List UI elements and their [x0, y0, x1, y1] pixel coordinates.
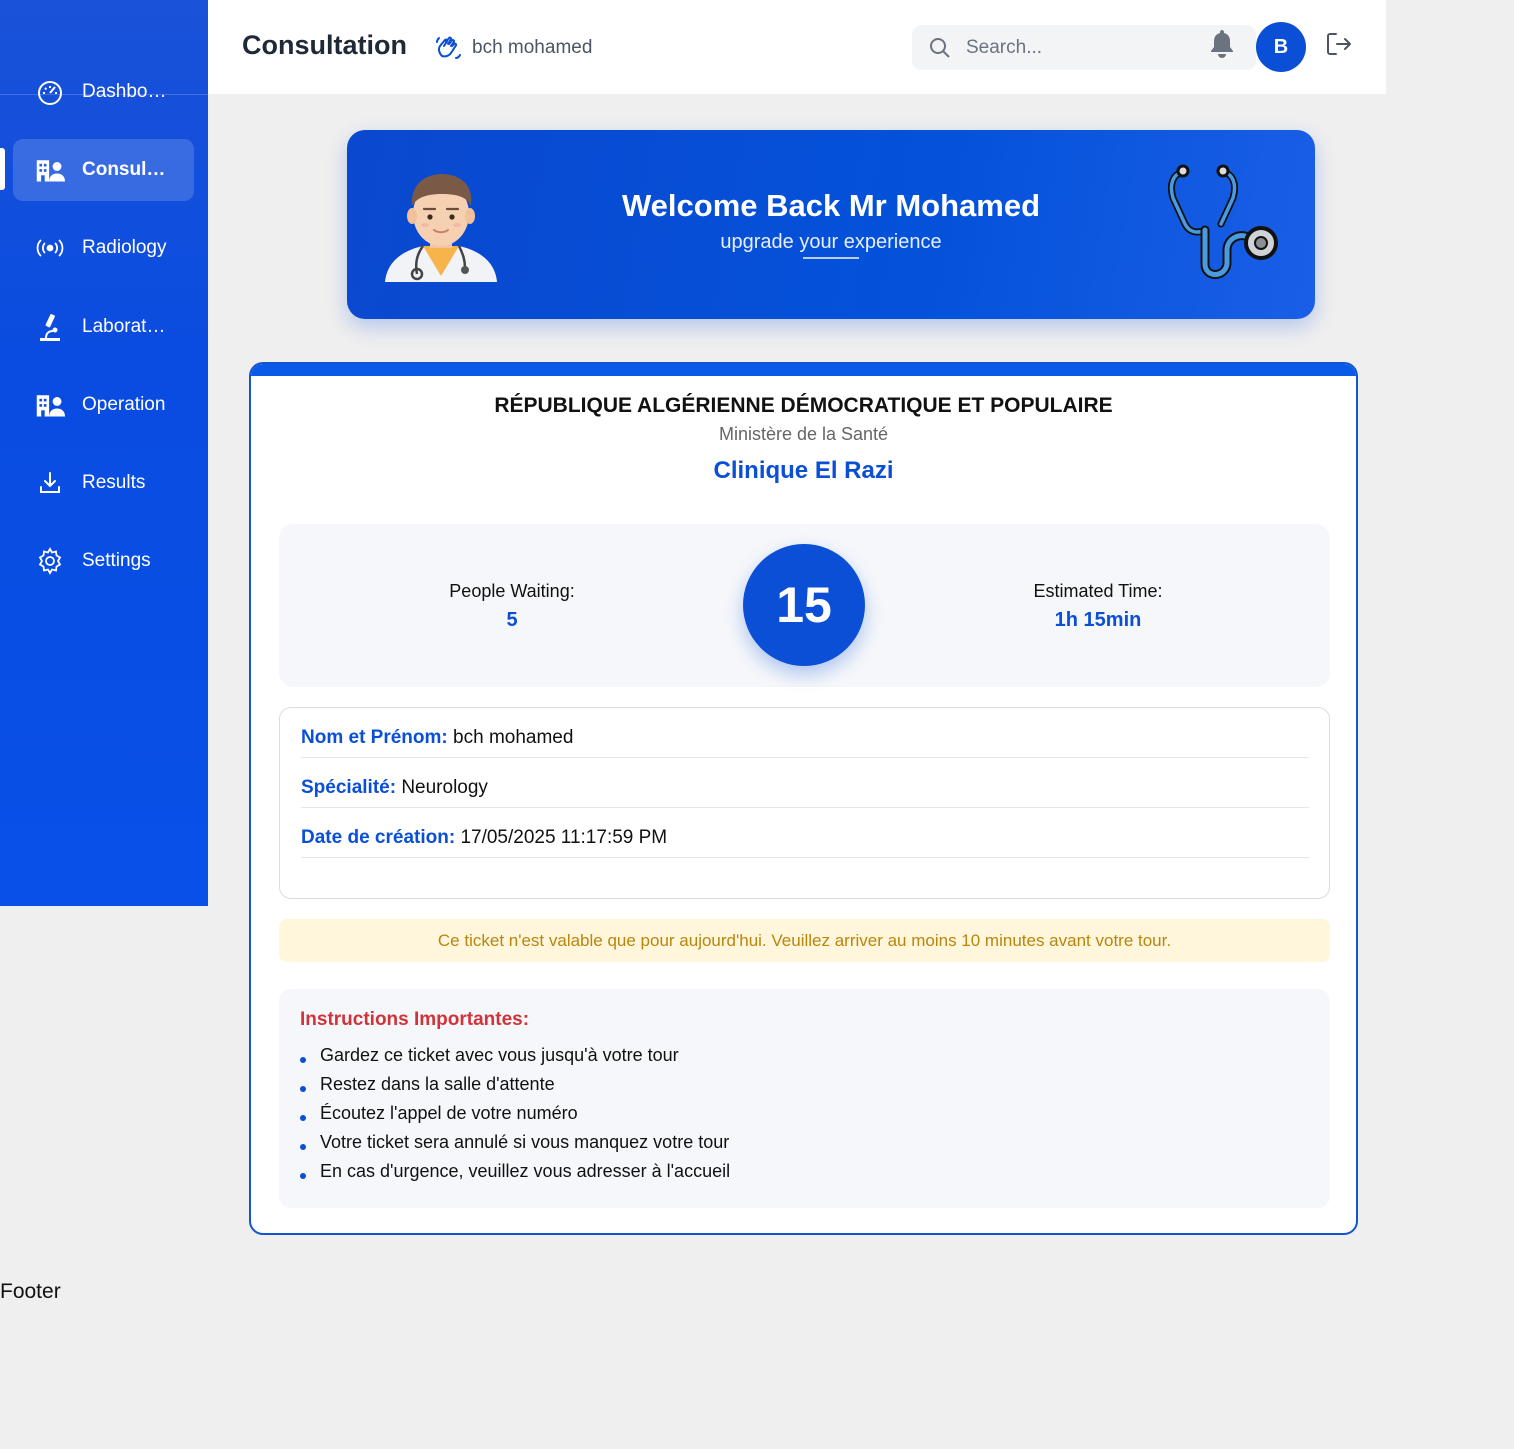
sidebar-item-consultation[interactable]: Consul… [13, 139, 194, 201]
people-waiting-value: 5 [506, 609, 518, 631]
sidebar-item-label: Dashbo… [82, 81, 167, 102]
current-user: bch mohamed [434, 34, 592, 62]
info-key: Spécialité: [301, 777, 397, 798]
sidebar-item-label: Radiology [82, 237, 167, 258]
instructions-title: Instructions Importantes: [300, 1009, 530, 1030]
sidebar-item-results[interactable]: Results [13, 452, 194, 514]
instruction-text: Écoutez l'appel de votre numéro [320, 1103, 578, 1123]
sidebar: Dashbo… Consul… Radiology Laborat… Opera… [0, 0, 208, 906]
sidebar-item-settings[interactable]: Settings [13, 530, 194, 592]
user-name: bch mohamed [472, 37, 593, 58]
bullet [300, 1114, 306, 1121]
search-icon [928, 36, 952, 60]
people-waiting-label: People Waiting: [449, 581, 575, 601]
radio-waves-icon [35, 233, 65, 263]
stethoscope-icon [1157, 160, 1282, 290]
instruction-text: Votre ticket sera annulé si vous manquez… [320, 1132, 730, 1152]
banner-underline [803, 257, 859, 259]
hospital-user-icon [35, 155, 65, 185]
list-item: Votre ticket sera annulé si vous manquez… [300, 1128, 730, 1157]
welcome-banner: Welcome Back Mr Mohamed upgrade your exp… [347, 130, 1315, 319]
sidebar-item-label: Consul… [82, 159, 166, 180]
microscope-icon [35, 312, 65, 342]
bell-icon[interactable] [1208, 28, 1236, 60]
consultation-ticket: RÉPUBLIQUE ALGÉRIENNE DÉMOCRATIQUE ET PO… [249, 362, 1358, 1235]
avatar[interactable]: B [1256, 22, 1306, 72]
instruction-text: Restez dans la salle d'attente [320, 1074, 555, 1094]
instruction-text: Gardez ce ticket avec vous jusqu'à votre… [320, 1045, 679, 1065]
info-key: Date de création: [301, 827, 456, 848]
waving-hand-icon [434, 34, 462, 62]
list-item: Écoutez l'appel de votre numéro [300, 1099, 730, 1128]
list-item: En cas d'urgence, veuillez vous adresser… [300, 1157, 730, 1186]
estimated-time-value: 1h 15min [1054, 609, 1142, 631]
search-box[interactable] [912, 25, 1256, 70]
page-title: Consultation [242, 30, 407, 60]
page-footer: Footer [0, 1280, 61, 1303]
list-item: Restez dans la salle d'attente [300, 1070, 730, 1099]
ticket-clinic: Clinique El Razi [713, 457, 894, 484]
sidebar-item-label: Operation [82, 394, 166, 415]
queue-status: People Waiting: 5 15 Estimated Time: 1h … [279, 524, 1330, 687]
ticket-country: RÉPUBLIQUE ALGÉRIENNE DÉMOCRATIQUE ET PO… [494, 394, 1113, 417]
bullet [300, 1056, 306, 1063]
ticket-ministry: Ministère de la Santé [718, 424, 889, 444]
sidebar-item-label: Laborat… [82, 316, 166, 337]
logout-icon[interactable] [1324, 30, 1354, 60]
dashboard-icon [35, 77, 65, 107]
top-header: Consultation bch mohamed B [208, 0, 1386, 94]
active-indicator [0, 148, 5, 190]
sidebar-item-laboratory[interactable]: Laborat… [13, 296, 194, 358]
info-row-specialty: Spécialité: Neurology [301, 758, 1309, 808]
list-item: Gardez ce ticket avec vous jusqu'à votre… [300, 1041, 730, 1070]
info-key: Nom et Prénom: [301, 727, 448, 748]
sidebar-item-operation[interactable]: Operation [13, 374, 194, 436]
bullet [300, 1085, 306, 1092]
sidebar-item-label: Settings [82, 550, 151, 571]
bullet [300, 1172, 306, 1179]
info-value: 17/05/2025 11:17:59 PM [460, 827, 668, 848]
ticket-number: 15 [743, 544, 865, 666]
bullet [300, 1143, 306, 1150]
sidebar-item-dashboard[interactable]: Dashbo… [13, 61, 194, 123]
instruction-text: En cas d'urgence, veuillez vous adresser… [320, 1161, 731, 1181]
info-value: bch mohamed [453, 727, 574, 748]
sidebar-item-radiology[interactable]: Radiology [13, 217, 194, 279]
estimated-time-label: Estimated Time: [1033, 581, 1163, 601]
ticket-topbar [251, 364, 1356, 376]
search-input[interactable] [966, 36, 1186, 59]
patient-info: Nom et Prénom: bch mohamed Spécialité: N… [279, 707, 1330, 899]
ticket-notice: Ce ticket n'est valable que pour aujourd… [279, 919, 1330, 962]
doctor-avatar-icon [379, 162, 503, 286]
gear-icon [35, 546, 65, 576]
download-icon [35, 468, 65, 498]
info-row-date: Date de création: 17/05/2025 11:17:59 PM [301, 808, 1309, 858]
info-value: Neurology [401, 777, 488, 798]
people-waiting: People Waiting: 5 [392, 581, 632, 632]
sidebar-item-label: Results [82, 472, 146, 493]
info-row-name: Nom et Prénom: bch mohamed [301, 708, 1309, 758]
instructions-box: Instructions Importantes: Gardez ce tick… [279, 989, 1330, 1208]
hospital-user-icon [35, 390, 65, 420]
estimated-time: Estimated Time: 1h 15min [978, 581, 1218, 632]
instructions-list: Gardez ce ticket avec vous jusqu'à votre… [300, 1041, 730, 1186]
